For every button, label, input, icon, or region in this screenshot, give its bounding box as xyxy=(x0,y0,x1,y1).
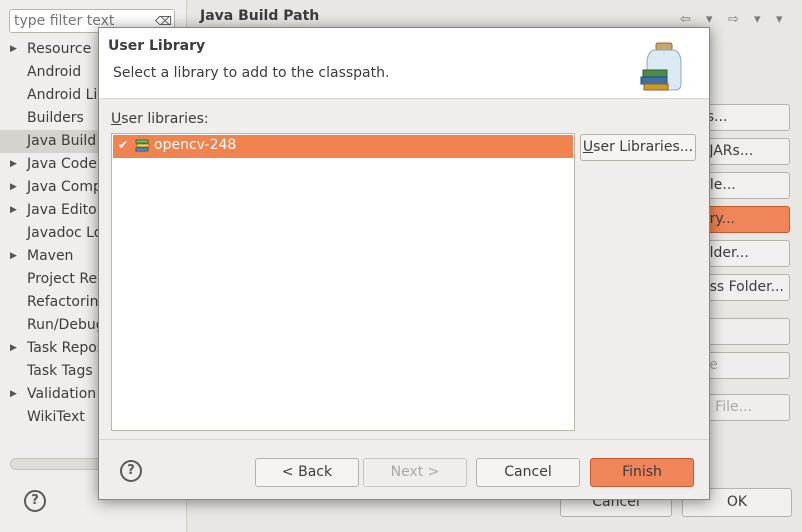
tree-item-label: Builders xyxy=(27,110,84,126)
tree-item-label: Task Repos xyxy=(27,340,105,356)
tree-item-label: Maven xyxy=(27,248,74,264)
tree-item-label: Java Comp xyxy=(27,179,102,195)
tree-item-label: Javadoc Lo xyxy=(27,225,103,241)
tree-item-label: Java Code xyxy=(27,156,97,172)
dialog-description: Select a library to add to the classpath… xyxy=(113,65,390,81)
library-name: opencv-248 xyxy=(154,137,237,153)
expand-arrow-icon[interactable]: ▶ xyxy=(10,245,17,268)
tree-item-label: Project Re xyxy=(27,271,98,287)
expand-arrow-icon[interactable]: ▶ xyxy=(10,199,17,222)
dialog-header: User Library Select a library to add to … xyxy=(99,28,709,99)
forward-arrow-icon[interactable]: ⇨ xyxy=(728,12,739,27)
library-jar-banner-icon xyxy=(640,42,682,91)
tree-item-label: Java Build xyxy=(27,133,97,149)
tree-item-label: Run/Debug xyxy=(27,317,105,333)
library-checkbox[interactable]: ✔ xyxy=(118,139,131,152)
expand-arrow-icon[interactable]: ▶ xyxy=(10,153,17,176)
expand-arrow-icon[interactable]: ▶ xyxy=(10,337,17,360)
menu-chevron-icon[interactable]: ▾ xyxy=(776,12,783,27)
library-row[interactable]: ✔ opencv-248 xyxy=(113,135,573,158)
chevron-down-icon[interactable]: ▾ xyxy=(706,12,713,27)
user-libraries-button[interactable]: User Libraries... xyxy=(580,134,696,161)
tree-item-label: Java Edito xyxy=(27,202,97,218)
back-button[interactable]: < Back xyxy=(255,458,359,487)
user-libraries-label: User libraries: xyxy=(111,111,209,127)
tree-item-label: Refactorin xyxy=(27,294,99,310)
user-libraries-list[interactable]: ✔ opencv-248 xyxy=(111,133,575,431)
page-title: Java Build Path xyxy=(200,8,320,24)
tree-item-label: Validation xyxy=(27,386,97,402)
finish-button[interactable]: Finish xyxy=(590,458,694,487)
expand-arrow-icon[interactable]: ▶ xyxy=(10,383,17,406)
dialog-title: User Library xyxy=(108,38,206,54)
help-icon[interactable]: ? xyxy=(24,490,46,512)
expand-arrow-icon[interactable]: ▶ xyxy=(10,38,17,61)
tree-item-label: Android Li xyxy=(27,87,98,103)
user-library-dialog: User Library Select a library to add to … xyxy=(98,27,710,500)
next-button[interactable]: Next > xyxy=(363,458,467,487)
tree-item-label: Task Tags xyxy=(27,363,93,379)
chevron-down-icon[interactable]: ▾ xyxy=(754,12,761,27)
library-jar-icon xyxy=(135,139,150,152)
help-icon[interactable]: ? xyxy=(120,460,142,482)
dialog-separator xyxy=(99,439,709,440)
back-arrow-icon[interactable]: ⇦ xyxy=(680,12,691,27)
expand-arrow-icon[interactable]: ▶ xyxy=(10,176,17,199)
tree-item-label: Android xyxy=(27,64,82,80)
tree-item-label: WikiText xyxy=(27,409,85,425)
tree-item-label: Resource xyxy=(27,41,92,57)
cancel-button[interactable]: Cancel xyxy=(476,458,580,487)
